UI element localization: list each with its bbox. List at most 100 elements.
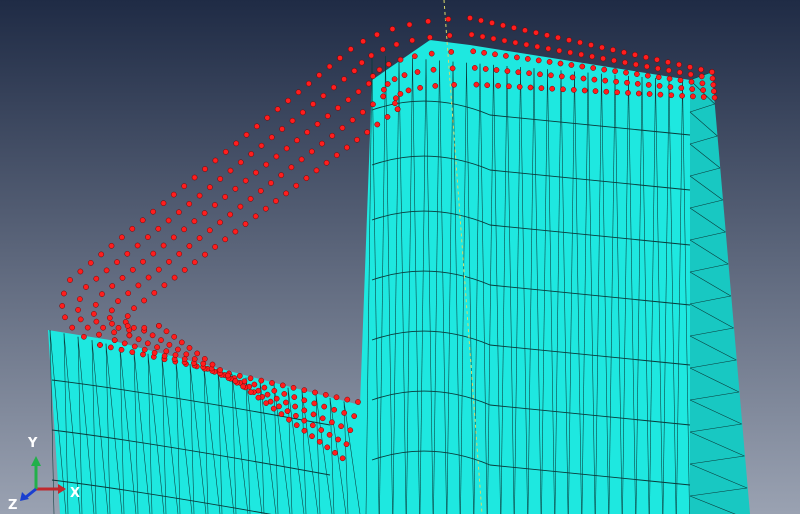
mesh-node[interactable] (581, 87, 588, 94)
mesh-node[interactable] (393, 41, 400, 48)
mesh-node[interactable] (264, 114, 271, 121)
mesh-node[interactable] (668, 92, 675, 99)
mesh-node[interactable] (144, 340, 151, 347)
mesh-node[interactable] (656, 83, 663, 89)
mesh-node[interactable] (93, 275, 100, 282)
mesh-node[interactable] (303, 175, 310, 181)
mesh-node[interactable] (545, 45, 552, 52)
mesh-node[interactable] (689, 86, 696, 92)
mesh-node[interactable] (610, 47, 616, 53)
mesh-node[interactable] (405, 87, 412, 94)
mesh-node[interactable] (321, 403, 328, 410)
mesh-node[interactable] (115, 298, 121, 304)
mesh-node[interactable] (411, 53, 418, 60)
mesh-node[interactable] (271, 387, 278, 394)
mesh-node[interactable] (181, 183, 188, 189)
mesh-node[interactable] (711, 94, 718, 101)
mesh-node[interactable] (657, 91, 664, 98)
mesh-node[interactable] (355, 88, 362, 95)
mesh-node[interactable] (341, 410, 348, 416)
mesh-node[interactable] (75, 307, 81, 313)
mesh-node[interactable] (351, 67, 358, 74)
mesh-node[interactable] (569, 74, 576, 81)
mesh-node[interactable] (276, 403, 282, 410)
mesh-node[interactable] (359, 109, 366, 115)
mesh-node[interactable] (83, 284, 89, 290)
mesh-node[interactable] (227, 167, 234, 174)
mesh-node[interactable] (217, 367, 223, 373)
mesh-node[interactable] (370, 101, 376, 108)
mesh-node[interactable] (212, 202, 218, 208)
mesh-node[interactable] (111, 329, 117, 336)
mesh-node[interactable] (602, 77, 609, 84)
mesh-node[interactable] (281, 391, 288, 397)
mesh-node[interactable] (556, 47, 563, 54)
mesh-node[interactable] (131, 343, 138, 350)
mesh-node[interactable] (135, 336, 142, 343)
mesh-node[interactable] (665, 67, 672, 74)
mesh-node[interactable] (171, 274, 178, 281)
mesh-node[interactable] (295, 89, 302, 96)
mesh-node[interactable] (308, 148, 315, 155)
mesh-node[interactable] (397, 91, 404, 97)
mesh-node[interactable] (206, 227, 213, 234)
mesh-node[interactable] (202, 251, 208, 258)
mesh-node[interactable] (666, 75, 673, 82)
mesh-node[interactable] (316, 438, 323, 445)
mesh-node[interactable] (557, 60, 564, 67)
mesh-node[interactable] (644, 72, 651, 79)
mesh-node[interactable] (591, 76, 598, 83)
mesh-node[interactable] (103, 267, 110, 274)
mesh-node[interactable] (62, 314, 68, 321)
mesh-node[interactable] (224, 372, 231, 379)
mesh-node[interactable] (309, 433, 315, 440)
mesh-node[interactable] (201, 210, 208, 216)
mesh-node[interactable] (257, 188, 264, 194)
mesh-node[interactable] (392, 100, 398, 107)
mesh-node[interactable] (470, 48, 477, 55)
mesh-node[interactable] (207, 184, 213, 191)
mesh-node[interactable] (414, 69, 421, 75)
mesh-node[interactable] (623, 69, 629, 76)
mesh-node[interactable] (253, 169, 259, 176)
mesh-node[interactable] (320, 92, 327, 99)
viewport-canvas[interactable]: Y X Z (0, 0, 800, 514)
mesh-node[interactable] (679, 92, 685, 99)
mesh-node[interactable] (126, 332, 133, 339)
mesh-node[interactable] (319, 415, 326, 422)
mesh-node[interactable] (370, 73, 376, 80)
mesh-node[interactable] (478, 17, 484, 24)
mesh-node[interactable] (155, 225, 162, 232)
mesh-node[interactable] (624, 79, 630, 86)
mesh-node[interactable] (655, 74, 662, 81)
mesh-node[interactable] (560, 86, 566, 93)
mesh-node[interactable] (568, 62, 575, 68)
mesh-node[interactable] (141, 297, 147, 304)
mesh-node[interactable] (611, 57, 617, 64)
mesh-node[interactable] (324, 113, 331, 119)
mesh-node[interactable] (511, 24, 517, 31)
mesh-node[interactable] (217, 219, 223, 226)
mesh-node[interactable] (600, 55, 606, 62)
mesh-node[interactable] (222, 194, 228, 200)
mesh-node[interactable] (301, 427, 308, 434)
mesh-node[interactable] (512, 39, 519, 46)
mesh-node[interactable] (495, 82, 501, 89)
mesh-node[interactable] (344, 144, 350, 151)
mesh-node[interactable] (285, 97, 291, 104)
mesh-node[interactable] (181, 356, 188, 362)
mesh-node[interactable] (374, 31, 380, 38)
mesh-node[interactable] (217, 176, 224, 182)
mesh-node[interactable] (347, 46, 354, 52)
mesh-node[interactable] (129, 225, 136, 232)
mesh-node[interactable] (699, 80, 706, 87)
mesh-node[interactable] (201, 356, 208, 362)
mesh-node[interactable] (274, 106, 281, 113)
mesh-node[interactable] (333, 152, 340, 158)
mesh-node[interactable] (406, 21, 413, 28)
mesh-node[interactable] (493, 67, 500, 73)
mesh-node[interactable] (580, 75, 587, 82)
mesh-node[interactable] (698, 73, 705, 80)
mesh-node[interactable] (341, 76, 347, 82)
mesh-node[interactable] (93, 318, 100, 325)
